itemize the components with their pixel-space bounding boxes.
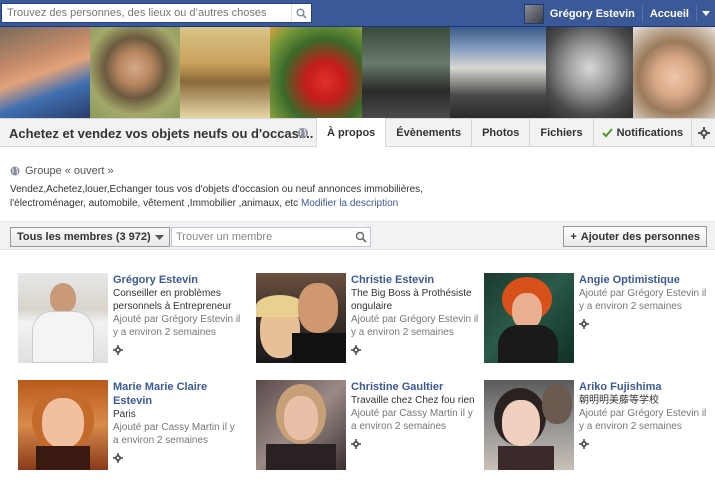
gear-icon[interactable] <box>579 319 589 329</box>
gear-icon[interactable] <box>579 439 589 449</box>
top-navigation-bar: Grégory Estevin Accueil <box>0 0 715 27</box>
edit-description-link[interactable]: Modifier la description <box>301 198 398 209</box>
member-photo[interactable] <box>18 273 108 363</box>
group-title[interactable]: Achetez et vendez vos objets neufs ou d'… <box>9 126 313 141</box>
home-link[interactable]: Accueil <box>643 8 696 20</box>
gear-icon <box>698 126 711 139</box>
member-added-by: Ajouté par Cassy Martin il y a environ 2… <box>113 422 235 446</box>
member-name[interactable]: Angie Optimistique <box>579 273 709 287</box>
member-photo[interactable] <box>256 273 346 363</box>
cover-photo-tile <box>0 27 90 118</box>
tab-about[interactable]: À propos <box>316 118 386 148</box>
settings-button[interactable] <box>691 118 715 147</box>
search-icon[interactable] <box>355 231 367 243</box>
group-description: Vendez,Achetez,louer,Echanger tous vos d… <box>10 183 490 211</box>
gear-icon[interactable] <box>113 345 123 355</box>
search-button[interactable] <box>291 4 311 22</box>
notifications-button[interactable]: Notifications <box>592 118 692 147</box>
members-filter-bar: Tous les membres (3 972) + Ajouter des p… <box>0 222 715 250</box>
search-icon <box>296 8 307 19</box>
global-search-input[interactable] <box>2 4 290 22</box>
add-people-label: Ajouter des personnes <box>580 230 700 243</box>
member-photo[interactable] <box>484 273 574 363</box>
member-detail: 朝明明美藤等学校 <box>579 395 659 406</box>
cover-photo-tile <box>546 27 633 118</box>
members-filter-label: Tous les membres (3 972) <box>17 231 151 243</box>
member-photo[interactable] <box>18 380 108 470</box>
cover-photo-tile <box>633 27 715 118</box>
member-card: Grégory Estevin Conseiller en problèmes … <box>18 273 243 363</box>
plus-icon: + <box>570 230 577 243</box>
find-member-box[interactable] <box>171 227 371 247</box>
member-photo[interactable] <box>256 380 346 470</box>
member-name[interactable]: Ariko Fujishima <box>579 380 709 394</box>
group-privacy-label: Groupe « ouvert » <box>25 165 114 177</box>
member-detail: Travaille chez Chez fou rien <box>351 395 475 406</box>
cover-photo-tile <box>450 27 546 118</box>
gear-icon[interactable] <box>351 439 361 449</box>
checkmark-icon <box>601 127 613 137</box>
caret-down-icon <box>155 235 164 240</box>
cover-photo-tile <box>270 27 362 118</box>
member-card: Angie Optimistique Ajouté par Grégory Es… <box>484 273 709 363</box>
member-added-by: Ajouté par Cassy Martin il y a environ 2… <box>351 408 473 432</box>
group-cover-photo[interactable] <box>0 27 715 118</box>
member-card: Christie Estevin The Big Boss à Prothési… <box>256 273 481 363</box>
member-added-by: Ajouté par Grégory Estevin il y a enviro… <box>579 408 707 432</box>
profile-link[interactable]: Grégory Estevin <box>550 8 642 20</box>
member-name[interactable]: Marie Marie Claire Estevin <box>113 380 243 408</box>
member-name[interactable]: Christie Estevin <box>351 273 481 287</box>
member-name[interactable]: Grégory Estevin <box>113 273 243 287</box>
members-filter-dropdown[interactable]: Tous les membres (3 972) <box>10 227 170 247</box>
globe-icon <box>10 166 20 176</box>
member-detail: Paris <box>113 409 136 420</box>
member-added-by: Ajouté par Grégory Estevin il y a enviro… <box>579 288 707 312</box>
member-card: Marie Marie Claire Estevin Paris Ajouté … <box>18 380 243 470</box>
member-detail: The Big Boss à Prothésiste ongulaire <box>351 288 472 312</box>
member-detail: Conseiller en problèmes personnels à Ent… <box>113 288 232 312</box>
group-header-bar: Achetez et vendez vos objets neufs ou d'… <box>0 118 715 148</box>
group-privacy: Groupe « ouvert » <box>10 165 114 177</box>
gear-icon[interactable] <box>113 453 123 463</box>
member-added-by: Ajouté par Grégory Estevin il y a enviro… <box>113 314 241 338</box>
member-added-by: Ajouté par Grégory Estevin il y a enviro… <box>351 314 479 338</box>
member-name[interactable]: Christine Gaultier <box>351 380 481 394</box>
member-card: Ariko Fujishima 朝明明美藤等学校 Ajouté par Grég… <box>484 380 709 470</box>
tab-photos[interactable]: Photos <box>471 118 529 147</box>
account-menu-button[interactable] <box>697 0 715 27</box>
cover-photo-tile <box>362 27 450 118</box>
tab-files[interactable]: Fichiers <box>529 118 592 147</box>
cover-photo-tile <box>90 27 180 118</box>
notifications-label: Notifications <box>616 126 684 139</box>
tab-events[interactable]: Évènements <box>385 118 471 147</box>
gear-icon[interactable] <box>351 345 361 355</box>
user-avatar[interactable] <box>523 3 544 24</box>
about-section: Groupe « ouvert » Vendez,Achetez,louer,E… <box>0 147 715 222</box>
cover-photo-tile <box>180 27 270 118</box>
global-search-box[interactable] <box>1 3 312 23</box>
globe-icon <box>298 128 308 138</box>
add-people-button[interactable]: + Ajouter des personnes <box>563 226 707 247</box>
caret-down-icon <box>702 11 710 16</box>
member-photo[interactable] <box>484 380 574 470</box>
find-member-input[interactable] <box>172 228 350 246</box>
member-card: Christine Gaultier Travaille chez Chez f… <box>256 380 481 470</box>
